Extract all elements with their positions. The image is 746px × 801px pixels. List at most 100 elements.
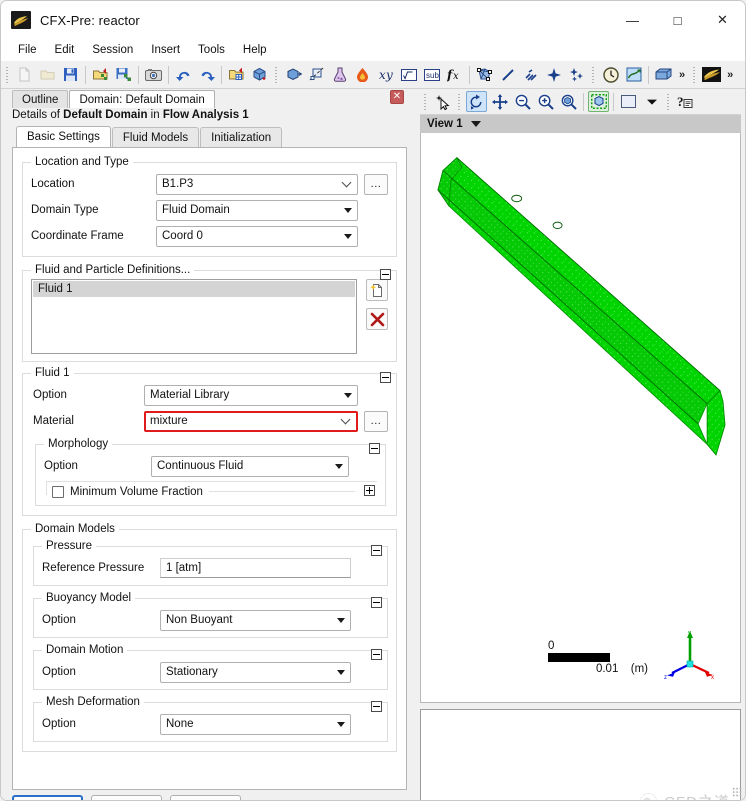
material-combo[interactable]: mixture (144, 410, 358, 432)
fluid1-option-label: Option (33, 389, 67, 401)
save-icon[interactable] (60, 64, 81, 85)
material-icon[interactable] (329, 64, 350, 85)
solver-control-icon[interactable] (623, 64, 644, 85)
background-color-icon[interactable] (618, 91, 639, 112)
collapse-buoyancy-button[interactable] (371, 597, 382, 608)
toolbar-overflow-chevron-1[interactable]: » (675, 69, 689, 81)
redo-icon[interactable] (196, 64, 217, 85)
zoom-in-icon[interactable] (535, 91, 556, 112)
panel-tab-domain[interactable]: Domain: Default Domain (69, 90, 215, 108)
minimum-volume-fraction-checkbox[interactable] (52, 485, 64, 498)
mesh-region-icon[interactable] (474, 64, 495, 85)
window-title: CFX-Pre: reactor (40, 12, 140, 28)
toolbar-grip[interactable] (665, 91, 672, 112)
list-item[interactable]: Fluid 1 (33, 281, 355, 297)
minimize-button[interactable]: — (610, 1, 655, 39)
undo-icon[interactable] (173, 64, 194, 85)
variable-icon[interactable] (398, 64, 419, 85)
reference-pressure-input[interactable]: 1 [atm] (160, 558, 351, 578)
fluid1-option-combo[interactable]: Material Library (144, 384, 358, 406)
box-icon[interactable] (653, 64, 674, 85)
toolbar-overflow-chevron-2[interactable]: » (723, 69, 737, 81)
zoom-box-icon[interactable] (558, 91, 579, 112)
menu-session[interactable]: Session (83, 40, 142, 60)
location-combo[interactable]: B1.P3 (156, 173, 358, 195)
close-panel-tab-button[interactable]: ✕ (390, 90, 404, 104)
collapse-fluid1-button[interactable] (380, 372, 391, 383)
details-object-name: Default Domain (63, 109, 148, 121)
menu-help[interactable]: Help (234, 40, 276, 60)
function-icon[interactable]: fx (444, 64, 465, 85)
location-ellipsis-button[interactable]: ... (364, 173, 388, 195)
contour-icon[interactable] (520, 64, 541, 85)
view-selector[interactable]: View 1 (420, 115, 741, 133)
close-button[interactable]: Close (170, 795, 241, 800)
collapse-domain-motion-button[interactable] (371, 649, 382, 660)
viewport-3d[interactable]: 0 0.01 (m) y x z (420, 133, 741, 703)
fit-view-icon[interactable] (588, 91, 609, 112)
timestep-icon[interactable] (600, 64, 621, 85)
collapse-morphology-button[interactable] (369, 443, 380, 454)
domain-icon[interactable] (283, 64, 304, 85)
background-dropdown-caret-icon[interactable] (641, 91, 662, 112)
select-pointer-icon[interactable] (432, 91, 453, 112)
help-context-icon[interactable]: ? (675, 91, 696, 112)
open-case-icon[interactable] (226, 64, 247, 85)
maximize-button[interactable]: □ (655, 1, 700, 39)
collapse-fluid-definitions-button[interactable] (380, 269, 391, 280)
toolbar-grip[interactable] (691, 64, 699, 85)
tab-basic-settings[interactable]: Basic Settings (16, 126, 111, 147)
point-icon[interactable] (543, 64, 564, 85)
resize-grip[interactable] (732, 787, 742, 797)
toolbar-grip[interactable] (456, 91, 463, 112)
message-pane[interactable]: CFD之道 (420, 709, 741, 800)
rotate-icon[interactable] (466, 91, 487, 112)
save-state-icon[interactable] (113, 64, 134, 85)
new-file-icon[interactable] (14, 64, 35, 85)
menu-edit[interactable]: Edit (46, 40, 84, 60)
menu-file[interactable]: File (9, 40, 46, 60)
line-icon[interactable] (497, 64, 518, 85)
tab-initialization[interactable]: Initialization (200, 127, 283, 147)
toolbar-separator (85, 65, 86, 84)
mesh-deformation-option-combo[interactable]: None (160, 713, 351, 735)
domain-motion-option-combo[interactable]: Stationary (160, 661, 351, 683)
toolbar-grip[interactable] (4, 64, 11, 85)
delete-item-icon[interactable] (366, 308, 388, 330)
expand-minimum-volume-fraction-button[interactable] (364, 485, 375, 496)
menu-insert[interactable]: Insert (142, 40, 189, 60)
domain-type-combo[interactable]: Fluid Domain (156, 199, 358, 221)
menu-tools[interactable]: Tools (189, 40, 234, 60)
domain-models-legend: Domain Models (35, 523, 115, 535)
collapse-pressure-button[interactable] (371, 545, 382, 556)
expression-icon[interactable]: xy (375, 64, 396, 85)
toolbar-grip[interactable] (273, 64, 280, 85)
open-file-icon[interactable] (37, 64, 58, 85)
scale-bar-unit: (m) (630, 663, 648, 675)
buoyancy-option-combo[interactable]: Non Buoyant (160, 609, 351, 631)
material-ellipsis-button[interactable]: ... (364, 410, 388, 432)
pan-icon[interactable] (489, 91, 510, 112)
collapse-mesh-deformation-button[interactable] (371, 701, 382, 712)
close-window-button[interactable]: ✕ (700, 1, 745, 39)
zoom-out-icon[interactable] (512, 91, 533, 112)
toolbar-grip[interactable] (590, 64, 597, 85)
panel-tab-outline[interactable]: Outline (12, 90, 69, 108)
tab-fluid-models[interactable]: Fluid Models (111, 127, 200, 147)
reaction-icon[interactable] (352, 64, 373, 85)
snapshot-icon[interactable] (143, 64, 164, 85)
refresh-mesh-icon[interactable] (249, 64, 270, 85)
ok-button[interactable]: OK (12, 795, 83, 800)
cloud-icon[interactable] (566, 64, 587, 85)
morphology-legend: Morphology (48, 438, 109, 450)
boundary-icon[interactable] (306, 64, 327, 85)
toolbar-grip[interactable] (422, 91, 429, 112)
cfx-logo-icon[interactable] (701, 64, 722, 85)
morphology-option-combo[interactable]: Continuous Fluid (151, 455, 349, 477)
fluid-definitions-list[interactable]: Fluid 1 (31, 279, 357, 354)
new-item-icon[interactable] (366, 279, 388, 301)
apply-button[interactable]: Apply (91, 795, 162, 800)
subdomain-icon[interactable]: sub (421, 64, 442, 85)
import-mesh-icon[interactable] (90, 64, 111, 85)
coordinate-frame-combo[interactable]: Coord 0 (156, 225, 358, 247)
